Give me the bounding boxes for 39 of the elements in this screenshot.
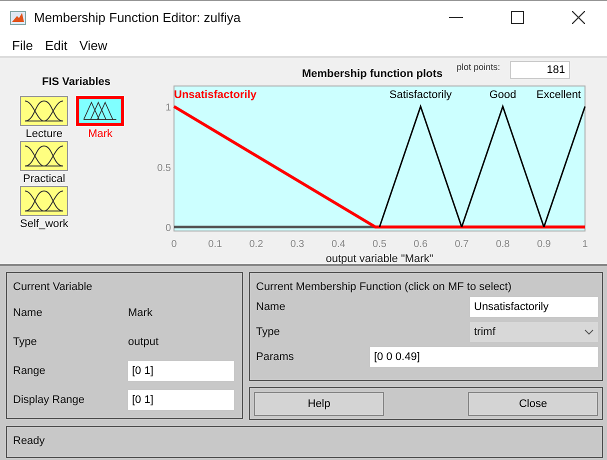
y-tick-label: 1 bbox=[165, 102, 171, 114]
range-label: Range bbox=[13, 365, 46, 377]
variable-label: Self_work bbox=[20, 218, 68, 230]
variable-label: Mark bbox=[88, 128, 113, 140]
x-tick-label: 1 bbox=[582, 239, 588, 250]
x-tick-label: 0.5 bbox=[372, 239, 386, 250]
x-tick-label: 0.1 bbox=[208, 239, 222, 250]
variable-name: Mark bbox=[128, 307, 152, 319]
y-tick-label: 0.5 bbox=[157, 162, 171, 174]
curve-label: Satisfactorily bbox=[389, 89, 452, 101]
status-text: Ready bbox=[13, 435, 45, 447]
curve-label: Unsatisfactorily bbox=[174, 89, 257, 101]
y-tick-label: 0 bbox=[165, 223, 171, 234]
type-label: Type bbox=[256, 326, 280, 338]
x-tick-label: 0.2 bbox=[249, 239, 264, 250]
name-label: Name bbox=[256, 301, 286, 313]
x-axis-label: output variable "Mark" bbox=[326, 253, 434, 264]
curve-label: Good bbox=[489, 89, 516, 101]
display-range-label: Display Range bbox=[13, 394, 86, 406]
x-tick-label: 0.4 bbox=[331, 239, 346, 250]
panel-title: Current Variable bbox=[13, 281, 94, 293]
x-tick-label: 0.8 bbox=[496, 239, 510, 250]
name-label: Name bbox=[13, 307, 44, 319]
plot-title: Membership function plots bbox=[302, 68, 443, 80]
x-tick-label: 0.6 bbox=[414, 239, 428, 250]
plot-points-label: plot points: bbox=[456, 62, 500, 72]
variable-type: output bbox=[128, 336, 159, 348]
variable-label: Practical bbox=[23, 173, 66, 185]
type-label: Type bbox=[13, 336, 38, 348]
x-tick-label: 0 bbox=[171, 239, 177, 250]
fis-variables-title: FIS Variables bbox=[42, 76, 112, 88]
params-label: Params bbox=[256, 351, 294, 363]
x-tick-label: 0.9 bbox=[536, 239, 551, 250]
window-title: Membership Function Editor: zulfiya bbox=[34, 10, 241, 25]
curve-label: Excellent bbox=[536, 89, 581, 101]
variable-label: Lecture bbox=[26, 128, 62, 140]
x-tick-label: 0.3 bbox=[290, 239, 304, 250]
x-tick-label: 0.7 bbox=[454, 239, 469, 250]
panel-title: Current Membership Function (click on MF to select) bbox=[256, 281, 513, 293]
